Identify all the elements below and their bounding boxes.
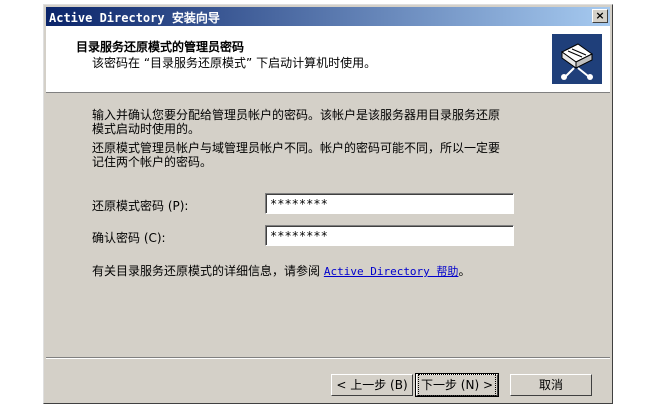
page-subtitle: 该密码在 “目录服务还原模式” 下启动计算机时使用。 xyxy=(92,56,377,70)
button-divider xyxy=(46,357,610,359)
wizard-window: Active Directory 安装向导 × 目录服务还原模式的管理员密码 该… xyxy=(43,4,613,404)
help-text: 有关目录服务还原模式的详细信息，请参阅 Active Directory 帮助。 xyxy=(92,264,470,279)
password-field[interactable] xyxy=(265,193,514,214)
intro-line-2: 模式启动时使用的。 xyxy=(92,122,201,136)
intro-paragraph: 输入并确认您要分配给管理员帐户的密码。该帐户是该服务器用目录服务还原 模式启动时… xyxy=(92,108,500,136)
help-link[interactable]: Active Directory 帮助 xyxy=(324,265,459,278)
note-line-1: 还原模式管理员帐户与域管理员帐户不同。帐户的密码可能不同，所以一定要 xyxy=(92,141,501,155)
note-line-2: 记住两个帐户的密码。 xyxy=(92,155,213,169)
cancel-button-label: 取消 xyxy=(538,378,563,392)
help-label: 有关目录服务还原模式的详细信息，请参阅 xyxy=(92,264,321,278)
intro-line-1: 输入并确认您要分配给管理员帐户的密码。该帐户是该服务器用目录服务还原 xyxy=(92,108,501,122)
next-button-label: 下一步 (N) > xyxy=(417,374,497,396)
close-button[interactable]: × xyxy=(592,9,608,23)
cancel-button[interactable]: 取消 xyxy=(510,374,592,396)
close-icon: × xyxy=(595,9,605,22)
page-title: 目录服务还原模式的管理员密码 xyxy=(76,40,245,54)
next-button[interactable]: 下一步 (N) > xyxy=(415,373,499,397)
password-label: 还原模式密码 (P): xyxy=(92,199,189,213)
help-suffix: 。 xyxy=(458,264,471,278)
title-bar[interactable]: Active Directory 安装向导 × xyxy=(46,7,610,26)
back-button-label: < 上一步 (B) xyxy=(336,378,408,392)
note-paragraph: 还原模式管理员帐户与域管理员帐户不同。帐户的密码可能不同，所以一定要 记住两个帐… xyxy=(92,141,500,169)
confirm-password-field[interactable] xyxy=(265,225,514,246)
wizard-header: 目录服务还原模式的管理员密码 该密码在 “目录服务还原模式” 下启动计算机时使用… xyxy=(46,26,610,93)
back-button[interactable]: < 上一步 (B) xyxy=(331,374,413,396)
window-title: Active Directory 安装向导 xyxy=(49,11,220,25)
directory-book-icon xyxy=(552,34,602,84)
confirm-password-label: 确认密码 (C): xyxy=(92,231,166,245)
